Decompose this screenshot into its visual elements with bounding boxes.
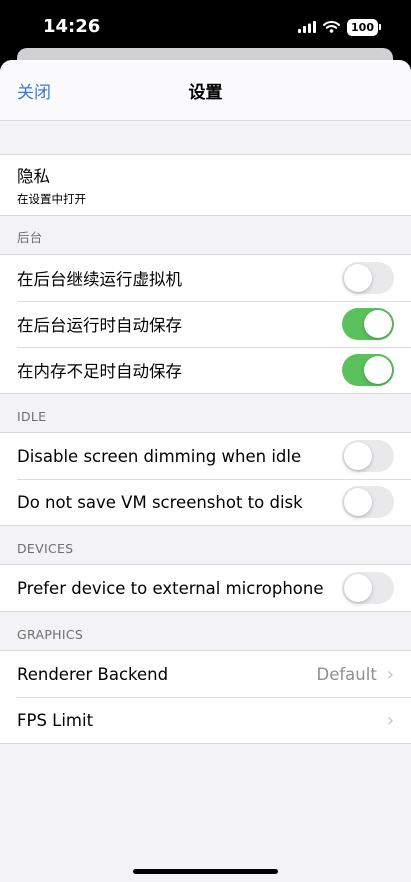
- row-label: Prefer device to external microphone: [17, 578, 324, 598]
- privacy-title: 隐私: [17, 167, 50, 186]
- home-indicator[interactable]: [133, 869, 278, 874]
- row-label: 在后台继续运行虚拟机: [17, 270, 182, 289]
- section-header-label: 后台: [17, 230, 43, 245]
- battery-tip: [379, 24, 381, 30]
- row-disable-dimming: Disable screen dimming when idle: [0, 433, 411, 479]
- devices-group: Prefer device to external microphone: [0, 564, 411, 612]
- toggle-no-screenshot[interactable]: [342, 486, 394, 518]
- row-no-screenshot: Do not save VM screenshot to disk: [0, 479, 411, 525]
- toggle-continue-in-background[interactable]: [342, 262, 394, 294]
- toggle-disable-dimming[interactable]: [342, 440, 394, 472]
- row-renderer-backend[interactable]: Renderer Backend Default ›: [0, 651, 411, 697]
- toggle-prefer-device-mic[interactable]: [342, 572, 394, 604]
- toggle-knob: [344, 488, 372, 516]
- chevron-right-icon: ›: [386, 663, 394, 685]
- row-label: 在内存不足时自动保存: [17, 362, 182, 381]
- row-label: Do not save VM screenshot to disk: [17, 492, 303, 512]
- wifi-icon: [323, 21, 341, 33]
- privacy-row[interactable]: 隐私 在设置中打开: [0, 155, 411, 215]
- idle-group: Disable screen dimming when idle Do not …: [0, 432, 411, 526]
- row-autosave-background: 在后台运行时自动保存: [0, 301, 411, 347]
- navigation-bar: 关闭 设置: [0, 60, 411, 121]
- section-header-background: 后台: [0, 216, 411, 254]
- toggle-knob: [344, 574, 372, 602]
- toggle-knob: [364, 310, 392, 338]
- signal-icon: [298, 21, 317, 33]
- renderer-value: Default: [316, 664, 377, 684]
- section-header-graphics: GRAPHICS: [0, 612, 411, 650]
- background-group: 在后台继续运行虚拟机 在后台运行时自动保存 在内存不足时自动保存: [0, 254, 411, 394]
- page-title: 设置: [188, 83, 223, 103]
- settings-sheet: 关闭 设置 隐私 在设置中打开 后台 在后台继续运行虚拟机 在后台运行时自动保存…: [0, 60, 411, 882]
- row-continue-in-background: 在后台继续运行虚拟机: [0, 255, 411, 301]
- status-bar: 14:26 100: [0, 0, 411, 50]
- status-icons: 100: [298, 17, 381, 37]
- row-fps-limit[interactable]: FPS Limit ›: [0, 697, 411, 743]
- graphics-group: Renderer Backend Default › FPS Limit ›: [0, 650, 411, 744]
- toggle-autosave-low-memory[interactable]: [342, 354, 394, 386]
- toggle-knob: [344, 442, 372, 470]
- row-prefer-device-mic: Prefer device to external microphone: [0, 565, 411, 611]
- section-header-idle: IDLE: [0, 394, 411, 432]
- privacy-group: 隐私 在设置中打开: [0, 154, 411, 216]
- status-time: 14:26: [43, 16, 101, 37]
- toggle-knob: [344, 264, 372, 292]
- chevron-right-icon: ›: [386, 709, 394, 731]
- row-label: Renderer Backend: [17, 664, 169, 684]
- row-label: FPS Limit: [17, 710, 94, 730]
- toggle-autosave-background[interactable]: [342, 308, 394, 340]
- row-autosave-low-memory: 在内存不足时自动保存: [0, 347, 411, 393]
- privacy-subtitle: 在设置中打开: [17, 192, 86, 206]
- row-label: Disable screen dimming when idle: [17, 446, 302, 466]
- toggle-knob: [364, 356, 392, 384]
- section-header-label: IDLE: [17, 409, 47, 424]
- section-header-devices: DEVICES: [0, 526, 411, 564]
- row-label: 在后台运行时自动保存: [17, 316, 182, 335]
- section-header-label: GRAPHICS: [17, 627, 84, 642]
- section-header-label: DEVICES: [17, 541, 74, 556]
- battery-icon: 100: [347, 18, 378, 36]
